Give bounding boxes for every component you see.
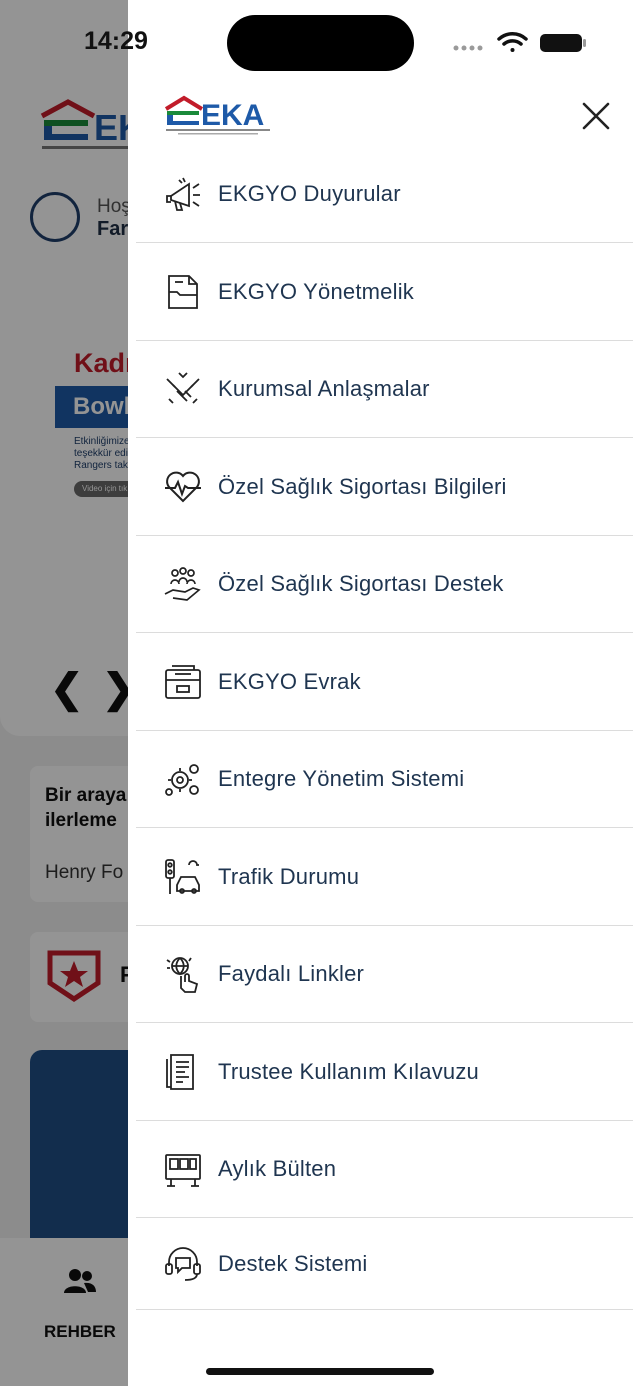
- menu-label: Destek Sistemi: [218, 1251, 368, 1276]
- file-cabinet-icon: [165, 665, 201, 699]
- drawer-logo-text: EKA: [201, 99, 264, 132]
- menu-label: Aylık Bülten: [218, 1156, 337, 1181]
- menu-label: Trafik Durumu: [218, 864, 360, 889]
- hand-people-icon: [164, 567, 201, 601]
- bulletin-board-icon: [165, 1154, 201, 1187]
- menu-label: Faydalı Linkler: [218, 961, 365, 986]
- status-time: 14:29: [84, 27, 148, 55]
- menu-label: Entegre Yönetim Sistemi: [218, 766, 465, 791]
- battery-icon: [540, 34, 586, 52]
- menu-item-entegre[interactable]: Entegre Yönetim Sistemi: [136, 731, 633, 828]
- menu-label: EKGYO Yönetmelik: [218, 279, 414, 304]
- menu-item-linkler[interactable]: Faydalı Linkler: [136, 926, 633, 1023]
- signal-icon: [453, 45, 483, 51]
- side-drawer: EKA EKGYO Duyurular EKGYO Yönetmelik Kur…: [128, 0, 640, 1386]
- handshake-icon: [166, 372, 200, 404]
- menu-label: Özel Sağlık Sigortası Bilgileri: [218, 474, 507, 499]
- menu-item-kilavuz[interactable]: Trustee Kullanım Kılavuzu: [136, 1024, 633, 1121]
- menu-item-duyurular[interactable]: EKGYO Duyurular: [136, 146, 633, 243]
- document-folder-icon: [168, 275, 198, 309]
- headset-icon: [165, 1247, 201, 1281]
- menu-label: EKGYO Duyurular: [218, 181, 401, 206]
- status-icons: [453, 32, 586, 52]
- heart-pulse-icon: [165, 471, 201, 503]
- close-icon[interactable]: [580, 100, 612, 132]
- menu-label: Özel Sağlık Sigortası Destek: [218, 571, 504, 596]
- drawer-logo: EKA: [164, 95, 270, 135]
- wifi-icon: [497, 32, 528, 52]
- menu-label: EKGYO Evrak: [218, 669, 361, 694]
- menu-label: Trustee Kullanım Kılavuzu: [218, 1059, 479, 1084]
- menu-item-saglik-bilgileri[interactable]: Özel Sağlık Sigortası Bilgileri: [136, 439, 633, 536]
- menu-item-saglik-destek[interactable]: Özel Sağlık Sigortası Destek: [136, 536, 633, 633]
- home-indicator[interactable]: [206, 1368, 434, 1375]
- menu-item-yonetmelik[interactable]: EKGYO Yönetmelik: [136, 244, 633, 341]
- menu-item-destek[interactable]: Destek Sistemi: [136, 1219, 633, 1310]
- gears-icon: [165, 764, 199, 796]
- manual-icon: [166, 1054, 194, 1090]
- menu-item-evrak[interactable]: EKGYO Evrak: [136, 634, 633, 731]
- menu-label: Kurumsal Anlaşmalar: [218, 376, 430, 401]
- menu-item-trafik[interactable]: Trafik Durumu: [136, 829, 633, 926]
- megaphone-icon: [166, 177, 200, 211]
- traffic-car-icon: [165, 859, 200, 894]
- dynamic-island: [227, 15, 414, 71]
- menu-item-anlasmalar[interactable]: Kurumsal Anlaşmalar: [136, 341, 633, 438]
- globe-click-icon: [166, 957, 199, 993]
- menu-item-bulten[interactable]: Aylık Bülten: [136, 1121, 633, 1218]
